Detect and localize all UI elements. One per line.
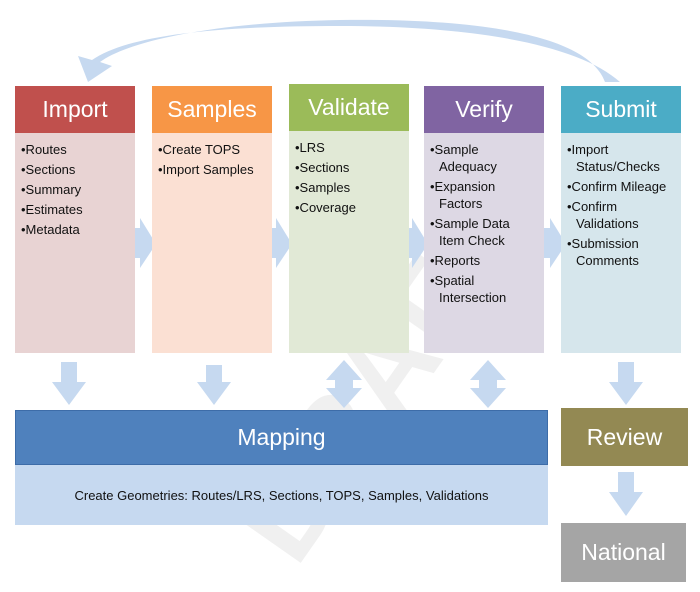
step-header-import: Import bbox=[15, 86, 135, 133]
step-item: •Samples bbox=[295, 180, 351, 195]
step-body-validate: •LRS •Sections •Samples •Coverage bbox=[289, 131, 409, 353]
down-arrow-samples bbox=[197, 365, 231, 405]
mapping-description: Create Geometries: Routes/LRS, Sections,… bbox=[74, 487, 489, 503]
national-box: National bbox=[561, 523, 686, 582]
down-arrow-review bbox=[609, 472, 643, 516]
step-item: •Sample Data Item Check bbox=[430, 216, 510, 248]
workflow-diagram: DRAFT Import •Routes •Sections •Summary •Est… bbox=[0, 0, 700, 592]
step-title: Submit bbox=[585, 96, 657, 122]
step-item: •Expansion Factors bbox=[430, 179, 496, 211]
step-body-submit: •Import Status/Checks •Confirm Mileage •Co… bbox=[561, 133, 681, 353]
review-box: Review bbox=[561, 408, 688, 466]
bidirectional-arrow-verify bbox=[470, 360, 506, 408]
step-title: Samples bbox=[167, 96, 257, 122]
mapping-body: Create Geometries: Routes/LRS, Sections,… bbox=[15, 465, 548, 525]
step-item: •Import Samples bbox=[158, 162, 254, 177]
step-item: •Sections bbox=[21, 162, 76, 177]
down-arrow-import bbox=[52, 362, 86, 405]
step-item: •Import Status/Checks bbox=[567, 142, 660, 174]
step-title: Verify bbox=[455, 96, 513, 122]
step-item: •Routes bbox=[21, 142, 67, 157]
step-item: •Sample Adequacy bbox=[430, 142, 497, 174]
step-header-validate: Validate bbox=[289, 84, 409, 131]
step-item: •Confirm Validations bbox=[567, 199, 639, 231]
curved-return-arrow bbox=[78, 19, 620, 82]
step-item: •Coverage bbox=[295, 200, 356, 215]
step-body-verify: •Sample Adequacy •Expansion Factors •Sampl… bbox=[424, 133, 544, 353]
step-item: •Confirm Mileage bbox=[567, 179, 667, 194]
step-header-samples: Samples bbox=[152, 86, 272, 133]
step-item: •Summary bbox=[21, 182, 82, 197]
step-item: •Spatial Intersection bbox=[430, 273, 507, 305]
mapping-header: Mapping bbox=[15, 410, 548, 465]
step-header-verify: Verify bbox=[424, 86, 544, 133]
step-item: •LRS bbox=[295, 140, 325, 155]
step-title: Import bbox=[42, 96, 108, 122]
step-item: •Reports bbox=[430, 253, 481, 268]
step-body-samples: •Create TOPS •Import Samples bbox=[152, 133, 272, 353]
national-title: National bbox=[581, 539, 666, 565]
step-body-import: •Routes •Sections •Summary •Estimates •Metad… bbox=[15, 133, 135, 353]
step-item: •Create TOPS bbox=[158, 142, 241, 157]
step-item: •Submission Comments bbox=[567, 236, 639, 268]
mapping-title: Mapping bbox=[237, 424, 326, 450]
review-title: Review bbox=[586, 423, 663, 450]
step-item: •Estimates bbox=[21, 202, 83, 217]
step-item: •Metadata bbox=[21, 222, 80, 237]
step-title: Validate bbox=[308, 94, 390, 120]
down-arrow-submit bbox=[609, 362, 643, 405]
step-item: •Sections bbox=[295, 160, 350, 175]
step-header-submit: Submit bbox=[561, 86, 681, 133]
